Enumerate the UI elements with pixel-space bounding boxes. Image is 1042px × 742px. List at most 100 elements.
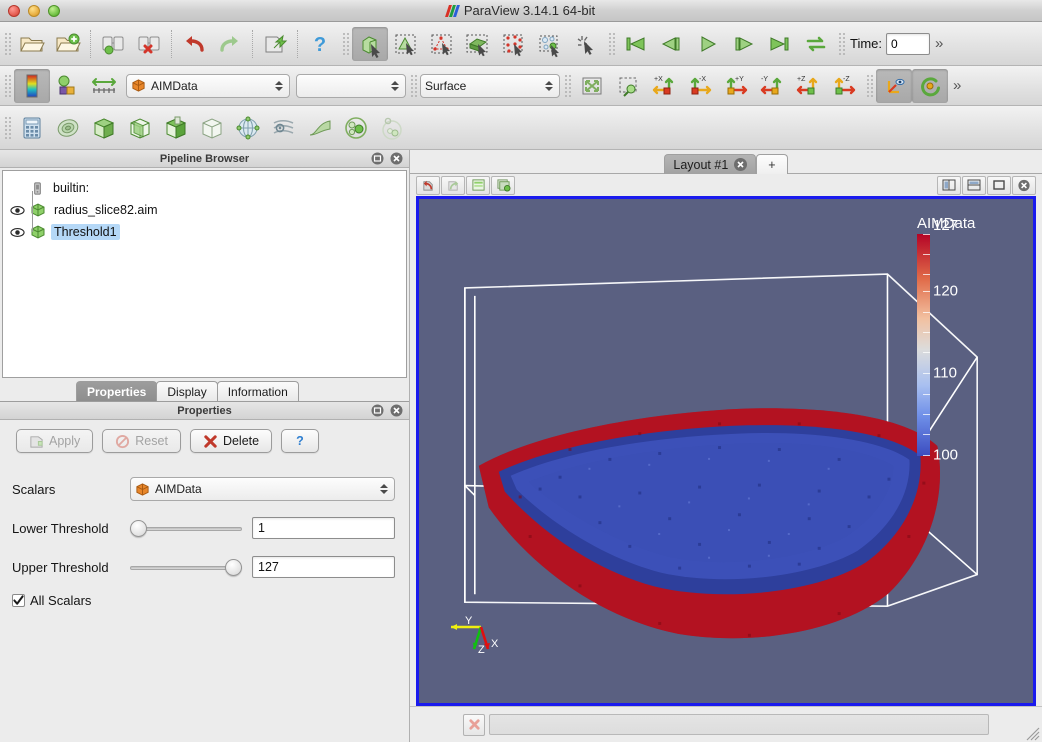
select-block-icon[interactable] [568, 27, 604, 61]
all-scalars-checkbox[interactable] [12, 594, 25, 607]
list-item[interactable]: radius_slice82.aim [3, 199, 406, 221]
open-recent-icon[interactable] [50, 27, 86, 61]
camera-plus-x-icon[interactable]: +X [646, 69, 682, 103]
time-input[interactable]: 0 [886, 32, 931, 55]
upper-threshold-input[interactable]: 127 [252, 556, 395, 578]
first-frame-icon[interactable] [618, 27, 654, 61]
select-surface-cells-icon[interactable] [460, 27, 496, 61]
color-map-icon[interactable] [14, 68, 50, 103]
visibility-toggle[interactable] [9, 227, 25, 238]
slider-knob[interactable] [130, 520, 147, 537]
help-icon[interactable]: ? [302, 27, 338, 61]
tab-information[interactable]: Information [216, 381, 299, 401]
connect-server-icon[interactable] [95, 27, 131, 61]
lower-threshold-slider[interactable] [130, 517, 242, 539]
save-state-icon[interactable] [257, 27, 293, 61]
stream-tracer-icon[interactable] [266, 111, 302, 145]
toolbar-grip[interactable] [837, 30, 845, 57]
last-frame-icon[interactable] [762, 27, 798, 61]
warp-icon[interactable] [302, 111, 338, 145]
undo-icon[interactable] [176, 27, 212, 61]
abort-icon[interactable] [463, 713, 485, 736]
split-horizontal-icon[interactable] [937, 175, 961, 195]
scalars-combo[interactable]: AIMData [130, 477, 395, 501]
clip-icon[interactable] [86, 111, 122, 145]
tab-properties[interactable]: Properties [76, 381, 158, 401]
component-selector-combo[interactable] [296, 73, 406, 98]
slider-knob[interactable] [225, 559, 242, 576]
new-layout-tab[interactable]: + [756, 154, 788, 174]
toolbar-grip[interactable] [865, 72, 873, 99]
undo-camera-icon[interactable] [416, 175, 440, 195]
glyph-icon[interactable] [230, 111, 266, 145]
resize-grip[interactable] [1026, 727, 1040, 741]
reset-camera-icon[interactable] [574, 69, 610, 103]
camera-minus-x-icon[interactable]: -X [682, 69, 718, 103]
select-points-through-icon[interactable] [424, 27, 460, 61]
all-scalars-row[interactable]: All Scalars [12, 593, 395, 608]
pipeline-browser[interactable]: builtin: radius_slice82.aim Threshold1 [2, 170, 407, 378]
camera-plus-y-icon[interactable]: +Y [718, 69, 754, 103]
redo-icon[interactable] [212, 27, 248, 61]
undock-icon[interactable] [371, 152, 384, 165]
undock-icon[interactable] [371, 404, 384, 417]
split-vertical-icon[interactable] [962, 175, 986, 195]
threshold-icon[interactable] [158, 111, 194, 145]
list-item[interactable]: builtin: [3, 177, 406, 199]
toolbar-grip[interactable] [409, 72, 417, 99]
camera-plus-z-icon[interactable]: +Z [790, 69, 826, 103]
extract-subset-icon[interactable] [194, 111, 230, 145]
reset-button[interactable]: Reset [102, 429, 181, 453]
apply-button[interactable]: Apply [16, 429, 94, 453]
visibility-toggle[interactable] [9, 205, 25, 216]
loop-icon[interactable] [798, 27, 834, 61]
toolbar-overflow-chevron[interactable]: » [930, 35, 948, 52]
select-frustum-cells-icon[interactable] [496, 27, 532, 61]
show-color-legend-icon[interactable] [466, 175, 490, 195]
show-center-axes-icon[interactable] [876, 68, 912, 103]
extract-level-icon[interactable] [374, 111, 410, 145]
toolbar-grip[interactable] [607, 30, 615, 57]
rescale-to-data-icon[interactable] [491, 175, 515, 195]
play-icon[interactable] [690, 27, 726, 61]
redo-camera-icon[interactable] [441, 175, 465, 195]
toolbar-grip[interactable] [341, 30, 349, 57]
rescale-range-icon[interactable] [86, 69, 122, 103]
disconnect-server-icon[interactable] [131, 27, 167, 61]
maximize-view-icon[interactable] [987, 175, 1011, 195]
close-icon[interactable] [390, 404, 403, 417]
open-file-icon[interactable] [14, 27, 50, 61]
select-frustum-points-icon[interactable] [532, 27, 568, 61]
tab-layout-1[interactable]: Layout #1 [664, 154, 757, 174]
camera-minus-y-icon[interactable]: -Y [754, 69, 790, 103]
render-view[interactable]: AIMData 127 120 110 100 Y Z X [416, 196, 1036, 706]
toolbar-grip[interactable] [3, 30, 11, 57]
representation-selector-combo[interactable]: Surface [420, 73, 560, 98]
lower-threshold-input[interactable]: 1 [252, 517, 395, 539]
next-frame-icon[interactable] [726, 27, 762, 61]
toolbar-overflow-chevron[interactable]: » [948, 77, 966, 94]
select-points-on-icon[interactable] [388, 27, 424, 61]
zoom-to-box-icon[interactable] [610, 69, 646, 103]
group-datasets-icon[interactable] [338, 111, 374, 145]
close-icon[interactable] [734, 158, 748, 171]
upper-threshold-slider[interactable] [130, 556, 242, 578]
slice-icon[interactable] [122, 111, 158, 145]
color-legend[interactable]: AIMData 127 120 110 100 [917, 215, 989, 464]
close-icon[interactable] [390, 152, 403, 165]
toolbar-grip[interactable] [3, 72, 11, 99]
toolbar-grip[interactable] [3, 114, 11, 141]
reset-center-rotation-icon[interactable] [912, 68, 948, 103]
tab-display[interactable]: Display [156, 381, 218, 401]
array-selector-combo[interactable]: AIMData [126, 73, 290, 98]
camera-minus-z-icon[interactable]: -Z [826, 69, 862, 103]
edit-color-map-icon[interactable] [50, 69, 86, 103]
help-button[interactable]: ? [281, 429, 319, 453]
delete-button[interactable]: Delete [189, 429, 273, 453]
toolbar-grip[interactable] [563, 72, 571, 99]
list-item[interactable]: Threshold1 [3, 221, 406, 243]
contour-icon[interactable] [50, 111, 86, 145]
select-cells-through-icon[interactable] [352, 26, 388, 61]
close-view-icon[interactable] [1012, 175, 1036, 195]
calculator-icon[interactable] [14, 111, 50, 145]
